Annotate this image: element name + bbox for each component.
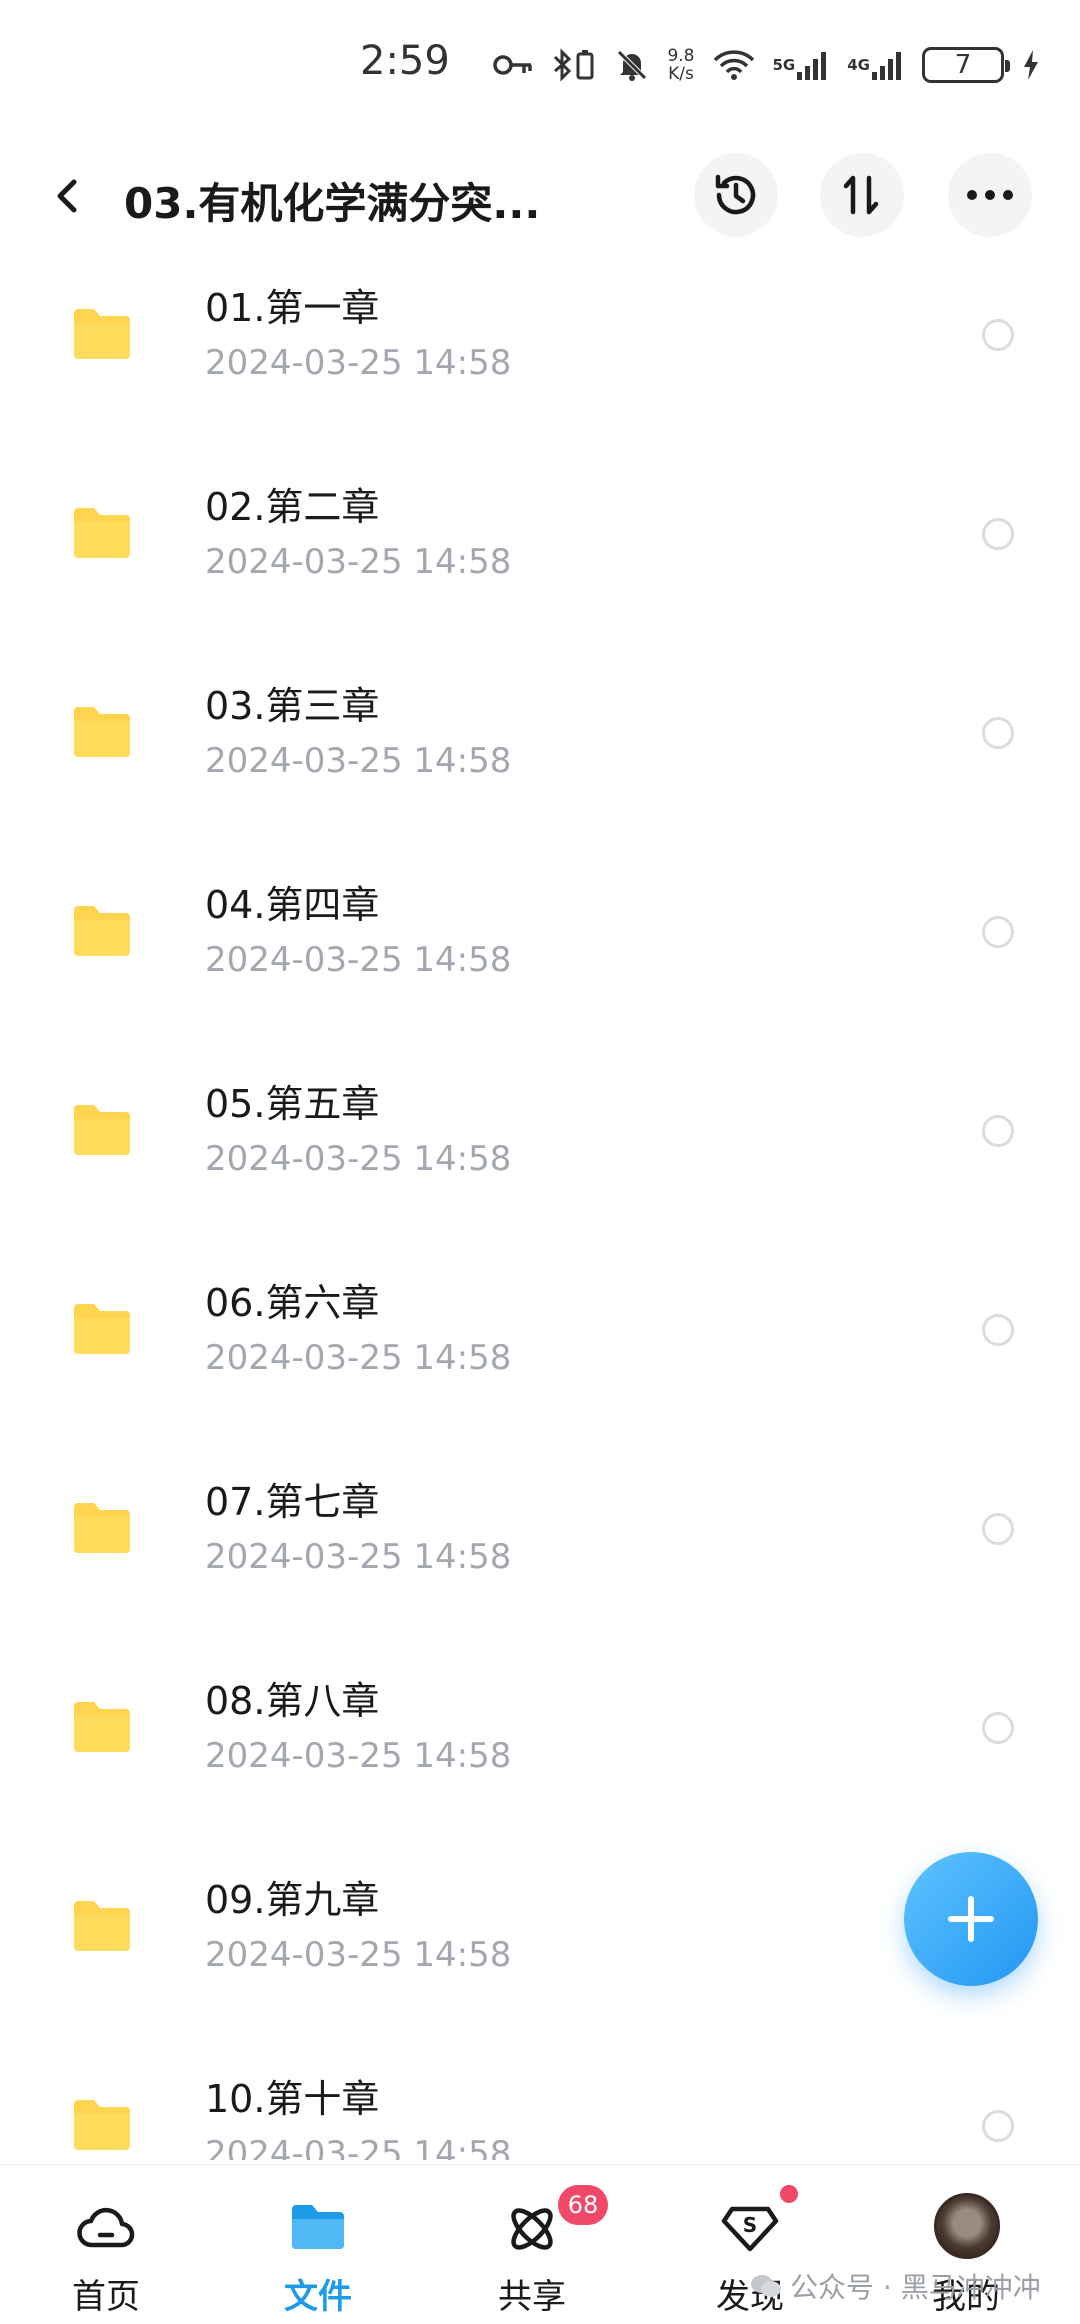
mute-bell-icon <box>615 48 649 82</box>
file-name: 06.第六章 <box>205 1281 380 1325</box>
folder-icon <box>74 1304 130 1354</box>
select-checkbox[interactable] <box>982 717 1014 749</box>
svg-text:S: S <box>743 2213 757 2237</box>
watermark: 公众号 · 黑马冲冲冲 <box>750 2266 1041 2306</box>
discover-dot <box>780 2185 798 2203</box>
nav-item-share[interactable]: 68 共享 <box>432 2165 632 2324</box>
plus-icon <box>948 1896 994 1942</box>
add-button[interactable] <box>904 1852 1038 1986</box>
file-name: 08.第八章 <box>205 1679 380 1723</box>
list-item[interactable]: 05.第五章 2024-03-25 14:58 <box>0 1061 1080 1260</box>
select-checkbox[interactable] <box>982 1712 1014 1744</box>
file-date: 2024-03-25 14:58 <box>205 2134 512 2160</box>
file-name: 04.第四章 <box>205 883 380 927</box>
net-speed-unit: K/s <box>668 64 694 84</box>
share-badge: 68 <box>558 2185 608 2225</box>
list-item[interactable]: 03.第三章 2024-03-25 14:58 <box>0 663 1080 862</box>
select-checkbox[interactable] <box>982 1314 1014 1346</box>
file-date: 2024-03-25 14:58 <box>205 1338 512 1378</box>
file-name: 07.第七章 <box>205 1480 380 1524</box>
status-icons: 9.8 K/s 5G 4G 7 <box>493 40 1040 90</box>
signal-4g-icon: 4G <box>847 50 904 80</box>
select-checkbox[interactable] <box>982 319 1014 351</box>
list-item[interactable]: 07.第七章 2024-03-25 14:58 <box>0 1459 1080 1658</box>
more-icon <box>967 190 1013 200</box>
list-item[interactable]: 06.第六章 2024-03-25 14:58 <box>0 1260 1080 1459</box>
file-date: 2024-03-25 14:58 <box>205 542 512 582</box>
select-checkbox[interactable] <box>982 2110 1014 2142</box>
status-time: 2:59 <box>360 38 450 84</box>
more-button[interactable] <box>948 153 1032 237</box>
folder-icon <box>292 2205 344 2249</box>
back-button[interactable] <box>40 166 100 226</box>
bluetooth-battery-icon <box>551 48 597 82</box>
folder-icon <box>74 1503 130 1553</box>
net-speed-value: 9.8 <box>667 46 695 66</box>
folder-icon <box>74 1901 130 1951</box>
folder-icon <box>74 309 130 359</box>
page-title: 03.有机化学满分突... <box>124 179 541 228</box>
cloud-icon <box>77 2207 135 2248</box>
folder-icon <box>74 2100 130 2150</box>
select-checkbox[interactable] <box>982 518 1014 550</box>
charging-icon <box>1022 49 1040 81</box>
battery-level: 7 <box>922 47 1010 83</box>
list-item[interactable]: 01.第一章 2024-03-25 14:58 <box>0 265 1080 464</box>
avatar <box>934 2193 1000 2259</box>
file-date: 2024-03-25 14:58 <box>205 1935 512 1975</box>
sim1-type: 5G <box>772 56 796 74</box>
select-checkbox[interactable] <box>982 1513 1014 1545</box>
file-date: 2024-03-25 14:58 <box>205 1139 512 1179</box>
watermark-text: 公众号 · 黑马冲冲冲 <box>790 2271 1041 2304</box>
status-bar: 2:59 9.8 K/s 5G 4G 7 <box>0 0 1080 130</box>
share-orbit-icon <box>511 2208 553 2250</box>
file-date: 2024-03-25 14:58 <box>205 940 512 980</box>
file-name: 10.第十章 <box>205 2077 380 2121</box>
file-date: 2024-03-25 14:58 <box>205 1537 512 1577</box>
nav-label-files: 文件 <box>284 2277 352 2317</box>
list-item[interactable]: 02.第二章 2024-03-25 14:58 <box>0 464 1080 663</box>
header: 03.有机化学满分突... <box>0 140 1080 250</box>
signal-5g-icon: 5G <box>773 50 830 80</box>
nav-item-files[interactable]: 文件 <box>218 2165 418 2324</box>
file-name: 03.第三章 <box>205 684 380 728</box>
key-icon <box>493 52 533 78</box>
sort-icon <box>843 175 879 215</box>
nav-label-share: 共享 <box>498 2277 566 2317</box>
file-date: 2024-03-25 14:58 <box>205 343 512 383</box>
diamond-s-icon: S <box>721 2206 779 2252</box>
net-speed: 9.8 K/s <box>667 47 694 83</box>
chevron-left-icon <box>57 179 77 213</box>
nav-label-home: 首页 <box>72 2277 140 2317</box>
file-date: 2024-03-25 14:58 <box>205 1736 512 1776</box>
file-list: 01.第一章 2024-03-25 14:58 02.第二章 2024-03-2… <box>0 265 1080 2160</box>
select-checkbox[interactable] <box>982 1115 1014 1147</box>
file-name: 05.第五章 <box>205 1082 380 1126</box>
wifi-icon <box>713 49 755 81</box>
file-name: 09.第九章 <box>205 1878 380 1922</box>
folder-icon <box>74 508 130 558</box>
sim2-type: 4G <box>847 56 870 74</box>
history-button[interactable] <box>694 153 778 237</box>
file-name: 01.第一章 <box>205 286 380 330</box>
history-icon <box>715 174 756 215</box>
file-date: 2024-03-25 14:58 <box>205 741 512 781</box>
list-item[interactable]: 10.第十章 2024-03-25 14:58 <box>0 2056 1080 2160</box>
battery-icon: 7 <box>922 47 1010 83</box>
list-item[interactable]: 04.第四章 2024-03-25 14:58 <box>0 862 1080 1061</box>
folder-icon <box>74 906 130 956</box>
list-item[interactable]: 08.第八章 2024-03-25 14:58 <box>0 1658 1080 1857</box>
folder-icon <box>74 707 130 757</box>
folder-icon <box>74 1105 130 1155</box>
select-checkbox[interactable] <box>982 916 1014 948</box>
nav-item-home[interactable]: 首页 <box>6 2165 206 2324</box>
sort-button[interactable] <box>820 153 904 237</box>
file-name: 02.第二章 <box>205 485 380 529</box>
wechat-icon <box>751 2275 781 2297</box>
folder-icon <box>74 1702 130 1752</box>
